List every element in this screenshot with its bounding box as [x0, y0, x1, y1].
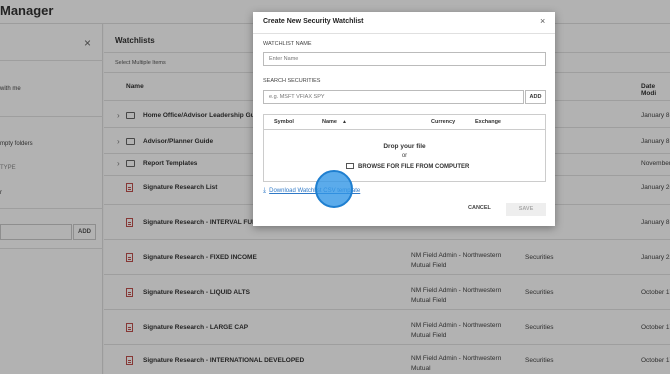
- search-securities-label: SEARCH SECURITIES: [263, 78, 321, 84]
- watchlist-name-label: WATCHLIST NAME: [263, 41, 312, 47]
- folder-icon: [346, 163, 354, 169]
- browse-file-button[interactable]: BROWSE FOR FILE FROM COMPUTER: [346, 163, 469, 170]
- watchlist-name-input[interactable]: [263, 52, 546, 66]
- browse-file-label: BROWSE FOR FILE FROM COMPUTER: [358, 164, 470, 170]
- column-header-exchange[interactable]: Exchange: [475, 119, 501, 125]
- download-icon: ⤓: [263, 187, 267, 194]
- column-header-symbol[interactable]: Symbol: [274, 119, 294, 125]
- click-indicator: [315, 170, 353, 208]
- dialog-title: Create New Security Watchlist: [263, 18, 364, 25]
- add-security-button[interactable]: ADD: [525, 90, 546, 104]
- drop-zone-or: or: [401, 153, 408, 159]
- column-header-name[interactable]: Name: [322, 119, 337, 125]
- create-watchlist-dialog: Create New Security Watchlist × WATCHLIS…: [253, 12, 555, 226]
- drop-zone-title: Drop your file: [383, 143, 426, 150]
- close-icon[interactable]: ×: [540, 16, 545, 26]
- column-header-currency[interactable]: Currency: [431, 119, 455, 125]
- sort-arrow-icon[interactable]: ▲: [342, 119, 347, 125]
- save-button[interactable]: SAVE: [506, 203, 546, 216]
- search-securities-input[interactable]: [263, 90, 524, 104]
- divider: [253, 33, 555, 34]
- divider: [264, 129, 545, 130]
- securities-table: Symbol Name ▲ Currency Exchange Drop you…: [263, 114, 546, 182]
- cancel-button[interactable]: CANCEL: [468, 205, 491, 211]
